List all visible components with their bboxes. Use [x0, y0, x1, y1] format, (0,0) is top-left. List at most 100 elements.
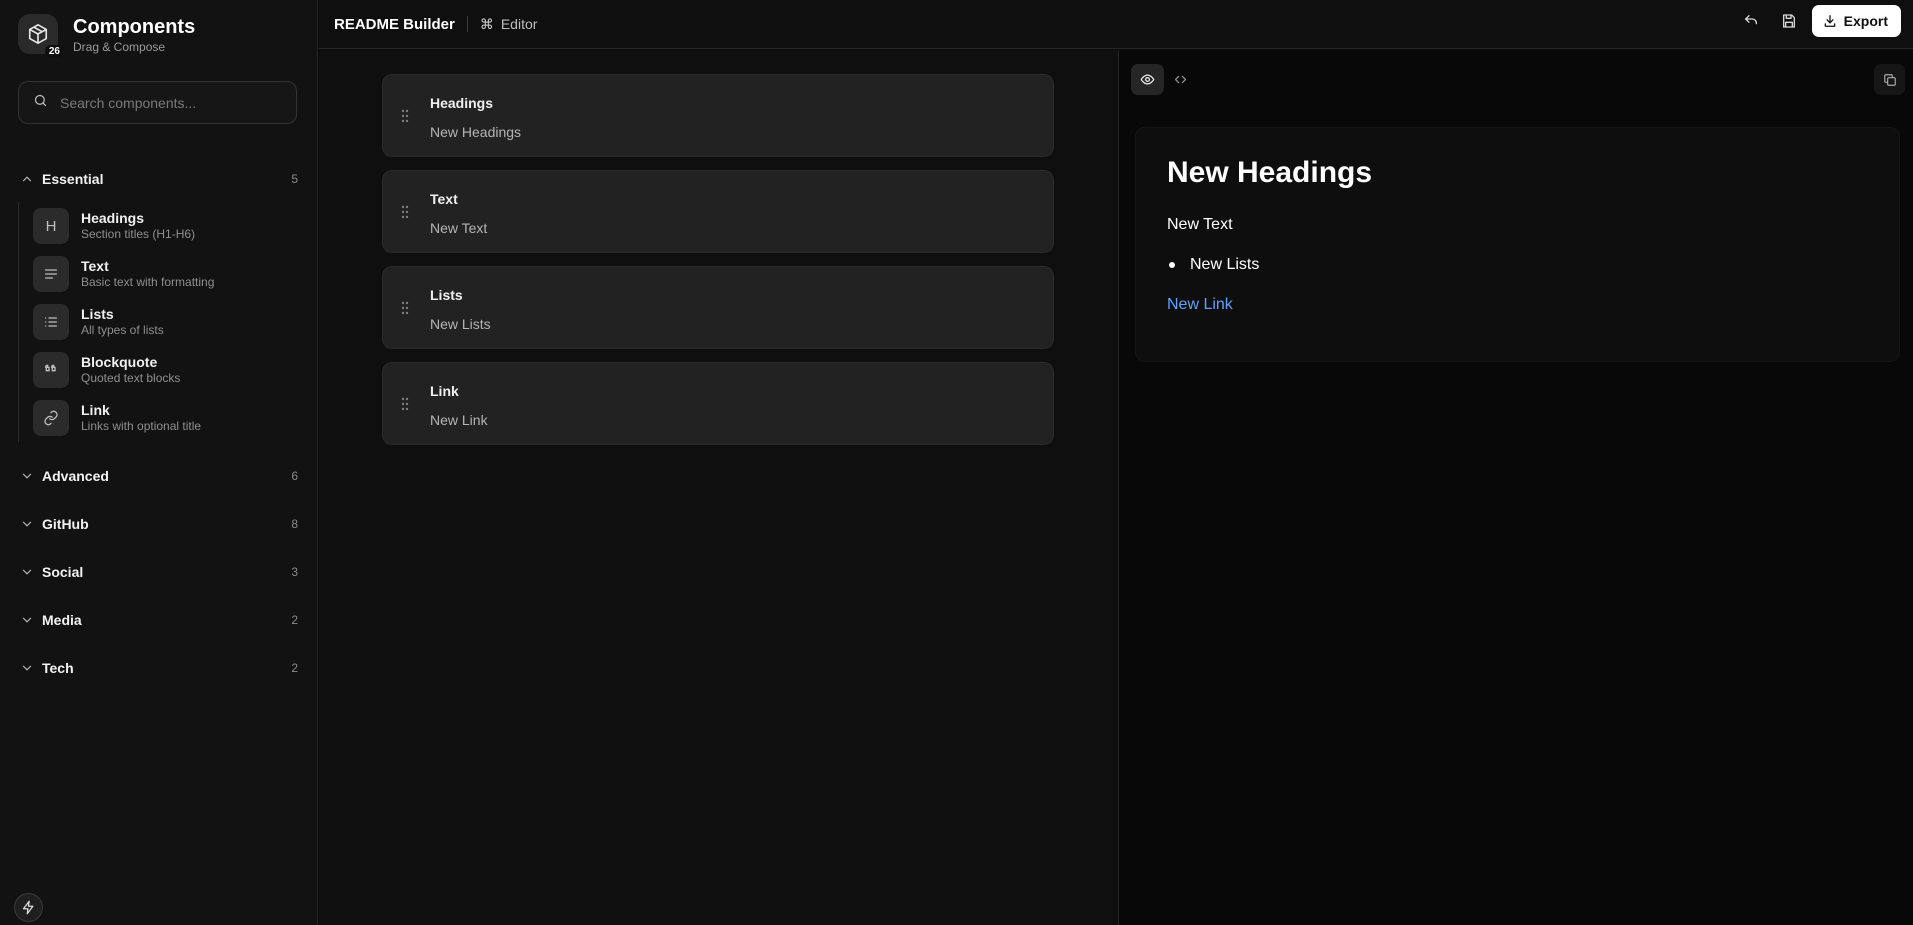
category-header-essential[interactable]: Essential 5	[0, 166, 318, 192]
drag-handle-icon[interactable]	[401, 109, 409, 123]
list-icon	[33, 304, 69, 340]
preview-pane: New Headings New Text New Lists New Link	[1118, 50, 1913, 925]
component-title: Blockquote	[81, 354, 158, 370]
category-name: GitHub	[42, 516, 89, 532]
brand: 26 Components Drag & Compose	[18, 14, 196, 58]
category-name: Essential	[42, 171, 104, 187]
mode-label: Editor	[500, 16, 538, 32]
block-label: Lists	[430, 287, 463, 303]
save-icon	[1782, 14, 1795, 28]
category-essential: Essential 5 H Headings Section titles (H…	[0, 166, 318, 442]
category-count: 6	[291, 469, 298, 483]
category-name: Advanced	[42, 468, 109, 484]
category-items: H Headings Section titles (H1-H6) Text B…	[18, 202, 318, 442]
drag-handle-icon[interactable]	[401, 301, 409, 315]
save-button[interactable]	[1774, 6, 1804, 36]
editor-block-link[interactable]: Link New Link	[382, 362, 1054, 445]
tab-preview[interactable]	[1131, 64, 1164, 95]
block-value[interactable]: New Text	[430, 220, 487, 236]
category-header-github[interactable]: GitHub 8	[0, 500, 318, 548]
block-value[interactable]: New Link	[430, 412, 488, 428]
editor-canvas: Headings New Headings Text New Text List…	[319, 50, 1118, 925]
list-item-text: New Lists	[1190, 256, 1260, 273]
component-item-link[interactable]: Link Links with optional title	[33, 394, 318, 442]
block-label: Text	[430, 191, 458, 207]
preview-text: New Text	[1167, 216, 1233, 233]
component-item-lists[interactable]: Lists All types of lists	[33, 298, 318, 346]
drag-handle-icon[interactable]	[401, 397, 409, 411]
component-item-blockquote[interactable]: Blockquote Quoted text blocks	[33, 346, 318, 394]
chevron-down-icon	[22, 521, 32, 527]
component-title: Text	[81, 258, 109, 274]
search-icon	[33, 93, 48, 113]
category-name: Media	[42, 612, 82, 628]
category-count: 8	[291, 517, 298, 531]
markdown-preview: New Headings New Text New Lists New Link	[1135, 127, 1900, 362]
category-count: 2	[291, 661, 298, 675]
block-value[interactable]: New Headings	[430, 124, 521, 140]
category-header-advanced[interactable]: Advanced 6	[0, 452, 318, 500]
editor-block-lists[interactable]: Lists New Lists	[382, 266, 1054, 349]
chevron-down-icon	[22, 569, 32, 575]
copy-button[interactable]	[1874, 64, 1905, 95]
top-bar: README Builder ⌘ Editor Export	[319, 0, 1913, 49]
drag-handle-icon[interactable]	[401, 205, 409, 219]
chevron-up-icon	[22, 176, 32, 182]
search-input[interactable]	[60, 94, 280, 111]
category-count: 3	[291, 565, 298, 579]
components-sidebar: 26 Components Drag & Compose Essential 5…	[0, 0, 318, 925]
tab-code[interactable]	[1164, 64, 1197, 95]
category-name: Tech	[42, 660, 74, 676]
category-count: 5	[291, 172, 298, 186]
bullet-icon	[1169, 262, 1175, 268]
mode-indicator: ⌘ Editor	[480, 16, 538, 33]
category-github: GitHub 8	[0, 500, 318, 548]
component-item-headings[interactable]: H Headings Section titles (H1-H6)	[33, 202, 318, 250]
chevron-down-icon	[22, 473, 32, 479]
block-value[interactable]: New Lists	[430, 316, 491, 332]
heading-icon: H	[33, 208, 69, 244]
sidebar-subtitle: Drag & Compose	[73, 39, 166, 54]
category-social: Social 3	[0, 548, 318, 596]
title-divider	[466, 16, 468, 32]
search-box	[18, 81, 297, 124]
quote-icon	[33, 352, 69, 388]
component-description: Section titles (H1-H6)	[81, 227, 196, 241]
app-title: README Builder	[334, 15, 455, 33]
category-media: Media 2	[0, 596, 318, 644]
sidebar-title: Components	[73, 15, 196, 38]
category-header-media[interactable]: Media 2	[0, 596, 318, 644]
category-list: Essential 5 H Headings Section titles (H…	[0, 166, 318, 692]
component-description: All types of lists	[81, 323, 164, 337]
command-icon: ⌘	[479, 15, 494, 32]
component-title: Link	[81, 402, 110, 418]
component-title: Headings	[81, 210, 145, 226]
component-title: Lists	[81, 306, 114, 322]
package-icon: 26	[18, 14, 64, 58]
category-header-social[interactable]: Social 3	[0, 548, 318, 596]
undo-icon	[1744, 15, 1757, 25]
preview-list-item: New Lists	[1167, 256, 1259, 274]
bolt-icon	[22, 900, 34, 915]
preview-link[interactable]: New Link	[1167, 296, 1233, 314]
category-advanced: Advanced 6	[0, 452, 318, 500]
chevron-down-icon	[22, 665, 32, 671]
top-actions: Export	[1736, 5, 1901, 37]
download-icon	[1824, 15, 1835, 27]
eye-icon	[1140, 74, 1155, 85]
component-description: Quoted text blocks	[81, 371, 181, 385]
editor-block-headings[interactable]: Headings New Headings	[382, 74, 1054, 157]
component-item-text[interactable]: Text Basic text with formatting	[33, 250, 318, 298]
category-header-tech[interactable]: Tech 2	[0, 644, 318, 692]
category-name: Social	[42, 564, 84, 580]
editor-block-text[interactable]: Text New Text	[382, 170, 1054, 253]
text-align-icon	[33, 256, 69, 292]
copy-icon	[1883, 73, 1896, 86]
category-count: 2	[291, 613, 298, 627]
undo-button[interactable]	[1736, 6, 1766, 36]
export-button[interactable]: Export	[1811, 5, 1901, 37]
bolt-button[interactable]	[14, 893, 43, 922]
component-description: Basic text with formatting	[81, 275, 215, 289]
code-icon	[1174, 75, 1187, 84]
chevron-down-icon	[22, 617, 32, 623]
